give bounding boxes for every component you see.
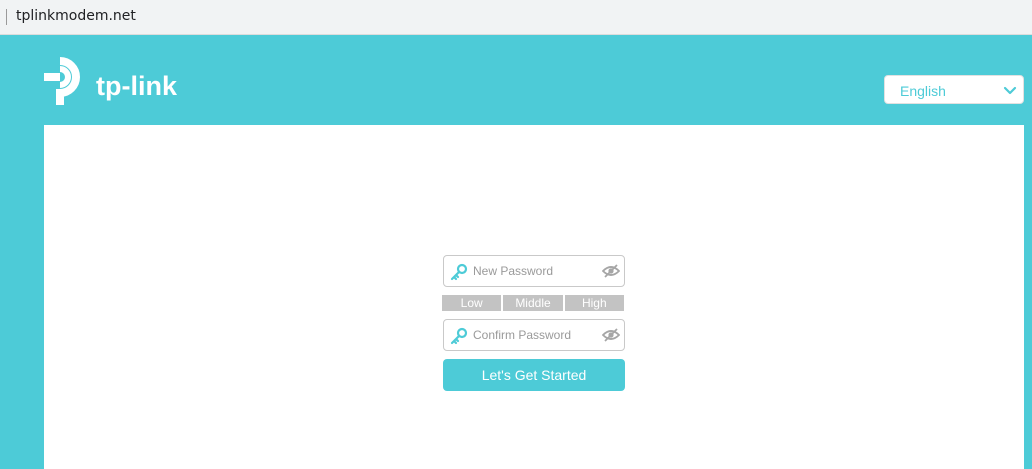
chevron-down-icon bbox=[1003, 84, 1017, 102]
address-url[interactable]: tplinkmodem.net bbox=[16, 8, 136, 24]
strength-middle: Middle bbox=[501, 295, 563, 311]
strength-high: High bbox=[562, 295, 624, 311]
address-bar[interactable]: tplinkmodem.net bbox=[0, 0, 1032, 35]
key-icon bbox=[450, 327, 468, 350]
new-password-field[interactable] bbox=[443, 255, 625, 287]
lets-get-started-button[interactable]: Let's Get Started bbox=[443, 359, 625, 391]
language-selected: English bbox=[900, 83, 946, 99]
key-icon bbox=[450, 263, 468, 286]
tp-link-logo[interactable]: tp-link bbox=[44, 57, 184, 107]
eye-off-icon[interactable] bbox=[601, 328, 621, 347]
text-caret bbox=[6, 9, 7, 25]
confirm-password-field[interactable] bbox=[443, 319, 625, 351]
password-strength-meter: Low Middle High bbox=[442, 295, 624, 311]
language-select[interactable]: English bbox=[884, 75, 1024, 104]
eye-off-icon[interactable] bbox=[601, 264, 621, 283]
strength-low: Low bbox=[442, 295, 502, 311]
brand-wordmark: tp-link bbox=[96, 71, 178, 101]
confirm-password-input[interactable] bbox=[473, 324, 593, 346]
new-password-input[interactable] bbox=[473, 260, 593, 282]
